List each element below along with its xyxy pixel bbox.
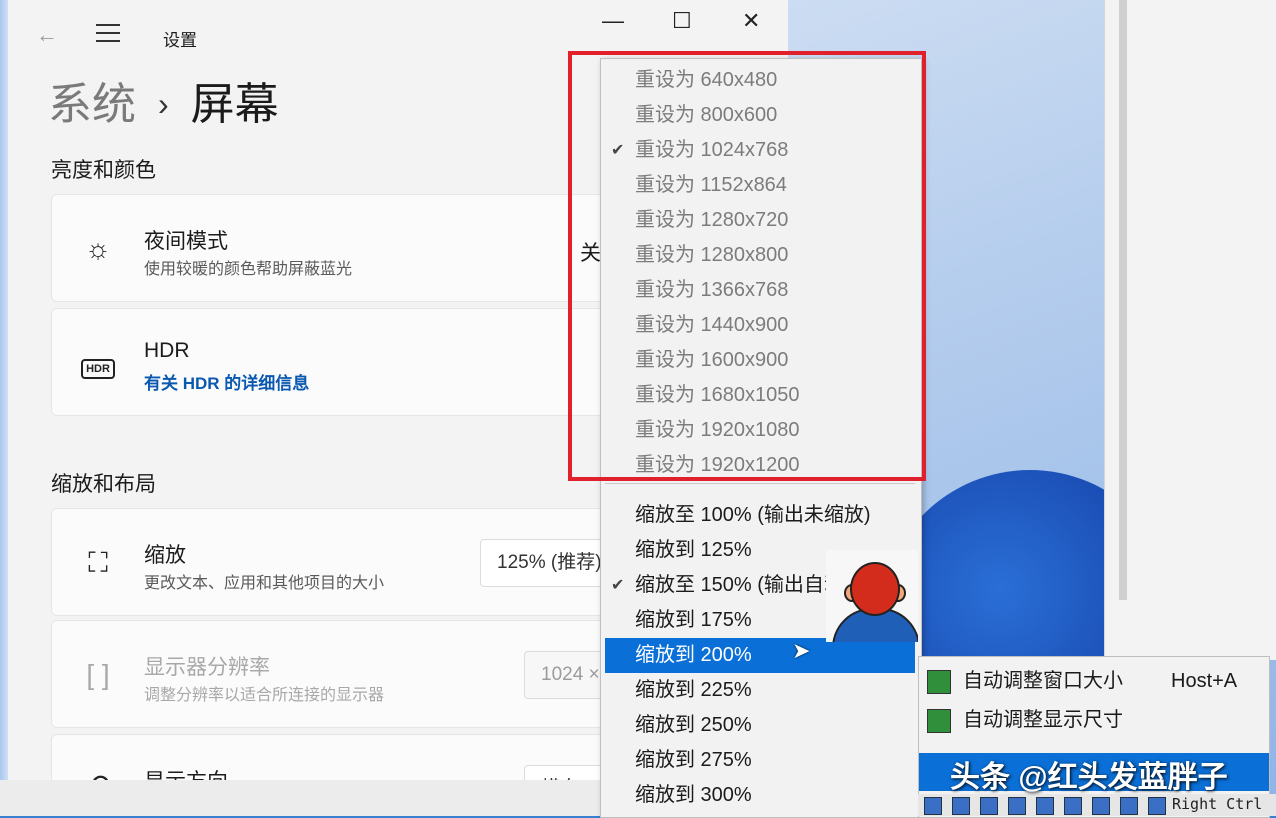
menu-item-label: 重设为 1366x768 bbox=[635, 279, 789, 301]
disk-icon[interactable] bbox=[924, 797, 942, 815]
menu-item-resolution[interactable]: 重设为 1152x864 bbox=[605, 168, 915, 203]
submenu-item-auto-resize-display[interactable]: 自动调整显示尺寸 bbox=[919, 701, 1269, 739]
auto-display-icon bbox=[927, 709, 951, 733]
submenu-item-label: 自动调整显示尺寸 bbox=[963, 709, 1123, 731]
host-key-label: Right Ctrl bbox=[1172, 795, 1263, 813]
menu-item-label: 重设为 1920x1080 bbox=[635, 419, 800, 441]
minimize-button[interactable]: — bbox=[602, 8, 624, 34]
auto-resize-icon bbox=[927, 670, 951, 694]
watermark: 头条 @红头发蓝胖子 bbox=[950, 761, 1228, 794]
submenu-item-label: 自动调整窗口大小 bbox=[963, 670, 1123, 692]
section-brightness-color: 亮度和颜色 bbox=[51, 159, 156, 182]
menu-item-label: 重设为 1280x720 bbox=[635, 209, 789, 231]
menu-item-label: 缩放到 200% bbox=[635, 644, 752, 666]
orientation-icon: ⟲ bbox=[80, 767, 116, 780]
menu-item-label: 缩放到 175% bbox=[635, 609, 752, 631]
night-light-title: 夜间模式 bbox=[144, 230, 228, 253]
menu-item-label: 重设为 1440x900 bbox=[635, 314, 789, 336]
menu-item-scale[interactable]: 缩放至 100% (输出未缩放) bbox=[605, 498, 915, 533]
breadcrumb-system[interactable]: 系统 bbox=[48, 80, 136, 129]
menu-item-resolution[interactable]: 重设为 1280x720 bbox=[605, 203, 915, 238]
host-key-arrow-icon[interactable] bbox=[1148, 797, 1166, 815]
menu-item-scale[interactable]: 缩放到 275% bbox=[605, 743, 915, 778]
submenu-item-auto-resize-window[interactable]: 自动调整窗口大小 Host+A bbox=[919, 662, 1269, 700]
network-icon[interactable] bbox=[980, 797, 998, 815]
menu-item-label: 重设为 1600x900 bbox=[635, 349, 789, 371]
menu-item-label: 缩放到 300% bbox=[635, 784, 752, 806]
hdr-badge: HDR bbox=[81, 359, 115, 379]
menu-item-label: 重设为 1680x1050 bbox=[635, 384, 800, 406]
window-title: 设置 bbox=[163, 31, 197, 50]
menu-item-label: 重设为 1280x800 bbox=[635, 244, 789, 266]
night-light-state: 关 bbox=[580, 242, 601, 265]
orientation-title: 显示方向 bbox=[144, 765, 228, 780]
menu-item-scale[interactable]: 缩放到 250% bbox=[605, 708, 915, 743]
menu-item-resolution[interactable]: 重设为 1600x900 bbox=[605, 343, 915, 378]
resolution-icon: [ ] bbox=[86, 659, 110, 690]
scale-icon: ⛶ bbox=[88, 547, 108, 578]
display-icon[interactable] bbox=[1064, 797, 1082, 815]
desktop-edge bbox=[0, 0, 8, 816]
back-arrow-icon[interactable]: ← bbox=[36, 22, 58, 48]
menu-item-resolution[interactable]: 重设为 1920x1080 bbox=[605, 413, 915, 448]
sun-icon: ☼ bbox=[85, 233, 111, 264]
menu-item-label: 缩放到 250% bbox=[635, 714, 752, 736]
menu-item-label: 缩放到 125% bbox=[635, 539, 752, 561]
menu-item-resolution[interactable]: 重设为 1920x1200 bbox=[605, 448, 915, 483]
hdr-icon: HDR bbox=[80, 345, 116, 381]
avatar-head bbox=[850, 562, 900, 616]
section-scale-layout: 缩放和布局 bbox=[51, 473, 156, 496]
menu-item-resolution[interactable]: 重设为 800x600 bbox=[605, 98, 915, 133]
submenu-shortcut: Host+A bbox=[1171, 670, 1238, 692]
optical-drive-icon[interactable] bbox=[952, 797, 970, 815]
hdr-details-link[interactable]: 有关 HDR 的详细信息 bbox=[144, 369, 309, 394]
cartoon-avatar bbox=[826, 550, 918, 642]
menu-item-resolution[interactable]: 重设为 1366x768 bbox=[605, 273, 915, 308]
resolution-subtitle: 调整分辨率以适合所连接的显示器 bbox=[144, 687, 385, 704]
background-scrollbar[interactable] bbox=[1119, 0, 1127, 600]
menu-item-resolution[interactable]: 重设为 1280x800 bbox=[605, 238, 915, 273]
usb-icon[interactable] bbox=[1008, 797, 1026, 815]
vm-status-bar: Right Ctrl bbox=[918, 794, 1276, 816]
checkmark-icon: ✔ bbox=[611, 142, 625, 159]
menu-item-scale[interactable]: 缩放到 300% bbox=[605, 778, 915, 813]
cpu-icon[interactable] bbox=[1120, 797, 1138, 815]
menu-item-label: 缩放到 225% bbox=[635, 679, 752, 701]
menu-item-resolution[interactable]: 重设为 1440x900 bbox=[605, 308, 915, 343]
menu-item-resolution[interactable]: 重设为 640x480 bbox=[605, 63, 915, 98]
menu-item-label: 重设为 640x480 bbox=[635, 69, 778, 91]
menu-item-label: 缩放至 100% (输出未缩放) bbox=[635, 504, 871, 526]
menu-separator bbox=[605, 483, 915, 484]
resolution-title: 显示器分辨率 bbox=[144, 656, 270, 679]
hamburger-icon[interactable] bbox=[96, 24, 120, 48]
close-button[interactable]: ✕ bbox=[742, 8, 760, 34]
recording-icon[interactable] bbox=[1092, 797, 1110, 815]
breadcrumb: 系统 › 屏幕 bbox=[48, 68, 279, 132]
night-light-subtitle: 使用较暖的颜色帮助屏蔽蓝光 bbox=[144, 261, 353, 278]
background-window bbox=[1104, 0, 1276, 660]
scale-subtitle: 更改文本、应用和其他项目的大小 bbox=[144, 575, 385, 592]
menu-item-label: 重设为 800x600 bbox=[635, 104, 778, 126]
breadcrumb-separator: › bbox=[158, 86, 169, 122]
menu-item-label: 重设为 1920x1200 bbox=[635, 454, 800, 476]
menu-item-label: 缩放到 275% bbox=[635, 749, 752, 771]
checkmark-icon: ✔ bbox=[611, 577, 625, 594]
menu-item-scale-highlighted[interactable]: 缩放到 200% bbox=[605, 638, 915, 673]
maximize-button[interactable]: ☐ bbox=[672, 8, 692, 34]
menu-item-label: 重设为 1024x768 bbox=[635, 139, 789, 161]
context-menu: 重设为 640x480 重设为 800x600 ✔ 重设为 1024x768 重设… bbox=[600, 58, 922, 818]
menu-item-resolution[interactable]: 重设为 1680x1050 bbox=[605, 378, 915, 413]
hdr-title: HDR bbox=[144, 339, 190, 362]
scale-title: 缩放 bbox=[144, 544, 186, 567]
menu-item-label: 重设为 1152x864 bbox=[635, 174, 787, 196]
menu-item-resolution[interactable]: ✔ 重设为 1024x768 bbox=[605, 133, 915, 168]
menu-item-scale[interactable]: 缩放到 225% bbox=[605, 673, 915, 708]
page-title: 屏幕 bbox=[190, 80, 279, 129]
shared-folder-icon[interactable] bbox=[1036, 797, 1054, 815]
mouse-pointer-icon: ➤ bbox=[792, 638, 811, 663]
